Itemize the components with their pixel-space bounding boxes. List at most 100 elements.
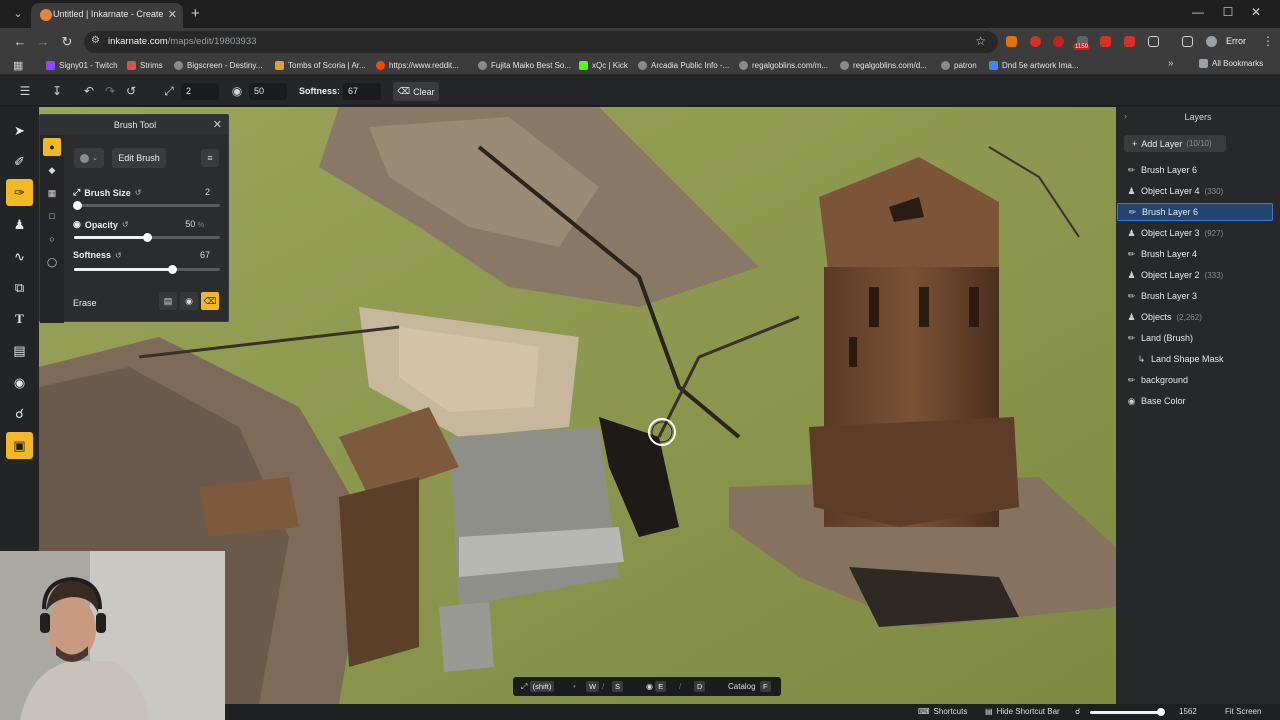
profile-avatar-icon[interactable]: [1206, 36, 1217, 47]
browser-tab[interactable]: Untitled | Inkarnate - Create Fa ✕: [31, 3, 183, 28]
tab-close-icon[interactable]: ✕: [168, 8, 177, 21]
shortcuts-button[interactable]: ⌨ Shortcuts: [918, 707, 967, 716]
select-pointer-icon[interactable]: ➤: [6, 117, 33, 144]
new-tab-plus-icon[interactable]: +: [191, 5, 200, 22]
reload-icon[interactable]: ↻: [59, 34, 75, 50]
minimize-icon[interactable]: —: [1188, 5, 1208, 19]
download-icon[interactable]: ↧: [50, 84, 64, 98]
layer-row[interactable]: ♟ Object Layer 3 (927): [1117, 224, 1273, 242]
extension-icon[interactable]: [1006, 36, 1017, 47]
hatch-pattern-icon[interactable]: ▤: [159, 292, 177, 310]
layer-row[interactable]: ↳ Land Shape Mask: [1117, 350, 1273, 368]
opacity-slider-knob[interactable]: [143, 233, 152, 242]
layer-row[interactable]: ✏ background: [1117, 371, 1273, 389]
softness-slider-knob[interactable]: [168, 265, 177, 274]
extensions-puzzle-icon[interactable]: [1148, 36, 1159, 47]
shortcut-catalog[interactable]: Catalog F: [728, 680, 771, 693]
bookmark-item[interactable]: Tombs of Scoria | Ar...: [275, 59, 366, 72]
redo-icon[interactable]: ↷: [103, 84, 117, 98]
fit-screen-button[interactable]: Fit Screen: [1225, 707, 1261, 716]
layer-row[interactable]: ◉ Base Color: [1117, 392, 1273, 410]
undo-icon[interactable]: ↶: [82, 84, 96, 98]
shortcut-d[interactable]: D: [694, 680, 706, 693]
zoom-slider-knob[interactable]: [1157, 708, 1165, 716]
extension-icon[interactable]: [1053, 36, 1064, 47]
brush-size-input[interactable]: 2: [181, 83, 219, 100]
reading-list-icon[interactable]: [1182, 36, 1193, 47]
bookmark-item[interactable]: Arcadia Public Info -...: [638, 59, 729, 72]
layer-row[interactable]: ✏ Brush Layer 3: [1117, 287, 1273, 305]
shortcut-opacity[interactable]: ◉ E: [646, 680, 667, 693]
hamburger-menu-icon[interactable]: ☰: [18, 84, 32, 98]
notes-icon[interactable]: ▤: [6, 337, 33, 364]
softness-input[interactable]: 67: [343, 83, 381, 100]
shapes-icon[interactable]: ⧉: [6, 274, 33, 301]
brush-preset-dropdown[interactable]: ⌄: [74, 148, 104, 168]
all-bookmarks[interactable]: All Bookmarks: [1199, 59, 1263, 68]
error-button[interactable]: Error: [1226, 36, 1246, 46]
layer-row[interactable]: ♟ Object Layer 2 (333): [1117, 266, 1273, 284]
text-tool-icon[interactable]: T: [6, 305, 33, 332]
more-menu-icon[interactable]: ⋮: [1262, 34, 1274, 48]
reset-icon[interactable]: ↺: [135, 188, 142, 197]
add-layer-button[interactable]: + Add Layer (10/10): [1124, 135, 1226, 152]
zoom-slider[interactable]: [1090, 708, 1165, 716]
grid-brush-icon[interactable]: ▦: [43, 184, 61, 202]
history-icon[interactable]: ↺: [124, 84, 138, 98]
zoom-magnifier-icon[interactable]: ☌: [1075, 707, 1080, 716]
brush-settings-sliders-icon[interactable]: ≡: [201, 149, 219, 167]
close-icon[interactable]: ✕: [213, 118, 222, 131]
globe-icon[interactable]: ◉: [6, 369, 33, 396]
square-brush-icon[interactable]: □: [43, 207, 61, 225]
site-info-icon[interactable]: ⚙: [91, 35, 100, 46]
eraser-icon[interactable]: ⌫: [201, 292, 219, 310]
circle-brush-icon[interactable]: ●: [43, 138, 61, 156]
layer-row[interactable]: ✏ Land (Brush): [1117, 329, 1273, 347]
layer-row[interactable]: ♟ Object Layer 4 (330): [1117, 182, 1273, 200]
path-curve-icon[interactable]: ∿: [6, 243, 33, 270]
bookmark-item[interactable]: regalgoblins.com/m...: [739, 59, 828, 72]
ring-brush-icon[interactable]: ○: [43, 230, 61, 248]
reset-icon[interactable]: ↺: [115, 251, 122, 260]
shortcut-w[interactable]: W: [586, 680, 600, 693]
bookmark-item[interactable]: regalgoblins.com/d...: [840, 59, 927, 72]
palette-icon[interactable]: ◉: [180, 292, 198, 310]
forward-arrow-icon[interactable]: →: [35, 34, 51, 49]
bookmark-item[interactable]: Signy01 - Twitch: [46, 59, 118, 72]
window-close-icon[interactable]: ✕: [1246, 5, 1266, 19]
address-bar[interactable]: ⚙ inkarnate.com/maps/edit/19803933 ☆: [84, 31, 998, 53]
zoom-magnifier-icon[interactable]: ☌: [6, 400, 33, 427]
softness-slider[interactable]: [74, 265, 220, 274]
opacity-input[interactable]: 50: [249, 83, 287, 100]
tab-search-chevron-icon[interactable]: ⌄: [10, 6, 26, 22]
bookmark-star-icon[interactable]: ☆: [975, 34, 986, 48]
hide-shortcut-bar-button[interactable]: ▤ Hide Shortcut Bar: [985, 707, 1060, 716]
bookmark-item[interactable]: https://www.reddit...: [376, 59, 459, 72]
bookmark-item[interactable]: Strims: [127, 59, 163, 72]
bookmark-item[interactable]: Bigscreen - Destiny...: [174, 59, 262, 72]
extension-icon[interactable]: [1124, 36, 1135, 47]
extension-icon[interactable]: [1030, 36, 1041, 47]
bookmarks-overflow-icon[interactable]: »: [1168, 58, 1174, 69]
lasso-brush-icon[interactable]: ◯: [43, 253, 61, 271]
clear-button[interactable]: ⌫ Clear: [393, 82, 439, 101]
back-arrow-icon[interactable]: ←: [12, 34, 28, 49]
layer-row[interactable]: ✏ Brush Layer 4: [1117, 245, 1273, 263]
opacity-slider[interactable]: [74, 233, 220, 242]
shortcut-resize[interactable]: ⤢ (shift): [521, 680, 555, 693]
brush-tool-icon[interactable]: ✑: [6, 179, 33, 206]
bookmark-item[interactable]: patron: [941, 59, 977, 72]
layer-row[interactable]: ♟ Objects (2,262): [1117, 308, 1273, 326]
object-stamp-icon[interactable]: ♟: [6, 211, 33, 238]
shortcut-s[interactable]: S: [612, 680, 624, 693]
bookmark-item[interactable]: xQc | Kick: [579, 59, 628, 72]
save-disk-icon[interactable]: ▣: [6, 432, 33, 459]
bookmark-item[interactable]: Dnd 5e artwork Ima...: [989, 59, 1078, 72]
layer-row[interactable]: ✏ Brush Layer 6: [1117, 161, 1273, 179]
reset-icon[interactable]: ↺: [122, 220, 129, 229]
extension-icon[interactable]: [1100, 36, 1111, 47]
stamp-brush-icon[interactable]: ◆: [43, 161, 61, 179]
layer-row[interactable]: ✏ Brush Layer 6: [1117, 203, 1273, 221]
bookmark-item[interactable]: Fujita Maiko Best So...: [478, 59, 571, 72]
brush-size-slider-knob[interactable]: [73, 201, 82, 210]
